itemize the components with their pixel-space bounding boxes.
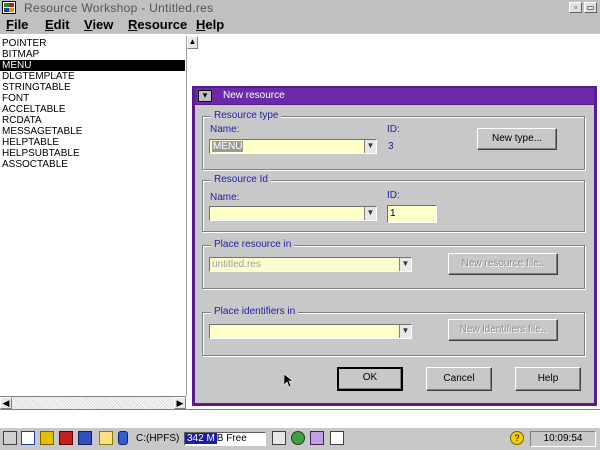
dropdown-arrow-icon[interactable]: ▼ [364,207,376,220]
menu-edit[interactable]: Edit [45,17,70,32]
drive-icon[interactable] [118,431,128,445]
menu-resource[interactable]: Resource [128,17,187,32]
place-identifiers-group-label: Place identifiers in [211,306,299,317]
menu-file[interactable]: File [6,17,28,32]
list-item[interactable]: POINTER [0,38,185,49]
resource-workshop-app-icon[interactable] [2,1,16,14]
list-horizontal-scrollbar[interactable]: ◀ ▶ [0,396,186,409]
dialog-title-bar[interactable]: ▾ New resource [195,88,594,104]
list-item-selected[interactable]: MENU [0,60,185,71]
resource-id-id-label: ID: [387,190,400,201]
settings-icon[interactable] [78,431,92,445]
list-item[interactable]: MESSAGETABLE [0,126,185,137]
resource-id-name-combobox[interactable]: ▼ [209,206,377,221]
place-identifiers-combobox[interactable]: ▼ [209,324,412,339]
dropdown-arrow-icon[interactable]: ▼ [364,140,376,153]
resource-type-list[interactable]: POINTER BITMAP MENU DLGTEMPLATE STRINGTA… [0,36,186,396]
mouse-pointer-icon [284,374,294,388]
scroll-up-arrow-icon[interactable]: ▲ [187,36,198,49]
resource-type-name-combobox[interactable]: MENU ▼ [209,139,377,154]
free-space-field: 342 MB Free [184,432,266,446]
dropdown-arrow-icon[interactable]: ▼ [399,258,411,271]
monitor-icon[interactable] [330,431,344,445]
clock: 10:09:54 [530,431,596,447]
menu-view[interactable]: View [84,17,113,32]
resource-id-number-value: 1 [390,208,396,219]
dropdown-arrow-icon[interactable]: ▼ [399,325,411,338]
menu-help-rest: elp [205,17,225,32]
window-list-icon[interactable] [3,431,17,445]
editor-icon[interactable] [310,431,324,445]
free-space-suffix: B Free [216,433,247,444]
list-item[interactable]: FONT [0,93,185,104]
menu-resource-rest: esource [137,17,188,32]
list-item[interactable]: RCDATA [0,115,185,126]
place-resource-value: untitled.res [212,259,261,270]
new-resource-file-button[interactable]: New resource file.. [448,253,558,275]
free-space-value: 342 M [185,433,217,444]
menu-bar: File Edit View Resource Help [0,16,600,34]
drive-label: C:(HPFS) [136,433,180,444]
scroll-right-arrow-icon[interactable]: ▶ [174,397,186,409]
ok-button[interactable]: OK [337,367,403,391]
menu-file-rest: ile [13,17,29,32]
resource-type-group-label: Resource type [211,110,282,121]
help-icon[interactable]: ? [510,431,524,445]
taskbar: C:(HPFS) 342 MB Free ? 10:09:54 [0,427,600,450]
menu-help[interactable]: Help [196,17,224,32]
tools-icon[interactable] [99,431,113,445]
shredder-icon[interactable] [59,431,73,445]
scroll-left-arrow-icon[interactable]: ◀ [0,397,12,409]
window-title: Resource Workshop - Untitled.res [24,1,214,15]
globe-icon[interactable] [291,431,305,445]
resource-id-group-label: Resource Id [211,174,271,185]
new-identifiers-file-button[interactable]: New identifiers file.. [448,319,558,341]
resource-id-number-field[interactable]: 1 [387,205,437,223]
resource-type-name-label: Name: [210,124,240,135]
new-type-button[interactable]: New type... [477,128,557,150]
help-button[interactable]: Help [515,367,581,391]
menu-edit-rest: dit [53,17,70,32]
list-item[interactable]: STRINGTABLE [0,82,185,93]
keyboard-icon[interactable] [272,431,286,445]
list-item[interactable]: HELPTABLE [0,137,185,148]
new-resource-dialog: ▾ New resource Resource type Name: ID: M… [192,86,597,406]
cancel-button[interactable]: Cancel [426,367,492,391]
list-item[interactable]: ASSOCTABLE [0,159,185,170]
place-resource-group-label: Place resource in [211,239,295,250]
dialog-body: Resource type Name: ID: MENU ▼ 3 New typ… [195,105,594,403]
status-strip [0,409,600,426]
list-item[interactable]: ACCELTABLE [0,104,185,115]
dialog-title: New resource [223,90,285,101]
dialog-system-menu-icon[interactable]: ▾ [198,90,212,102]
resource-type-id-value: 3 [388,141,394,152]
maximize-button[interactable]: ▭ [584,2,597,13]
resource-type-id-label: ID: [387,124,400,135]
lock-icon[interactable] [40,431,54,445]
minimize-button[interactable]: ▫ [569,2,582,13]
resource-type-name-value: MENU [212,141,244,152]
menu-view-rest: iew [92,17,114,32]
resource-id-name-label: Name: [210,192,240,203]
title-bar: Resource Workshop - Untitled.res ▫ ▭ [0,0,600,17]
list-item[interactable]: BITMAP [0,49,185,60]
list-item[interactable]: DLGTEMPLATE [0,71,185,82]
list-item[interactable]: HELPSUBTABLE [0,148,185,159]
windows-icon[interactable] [21,431,35,445]
place-resource-combobox[interactable]: untitled.res ▼ [209,257,412,272]
